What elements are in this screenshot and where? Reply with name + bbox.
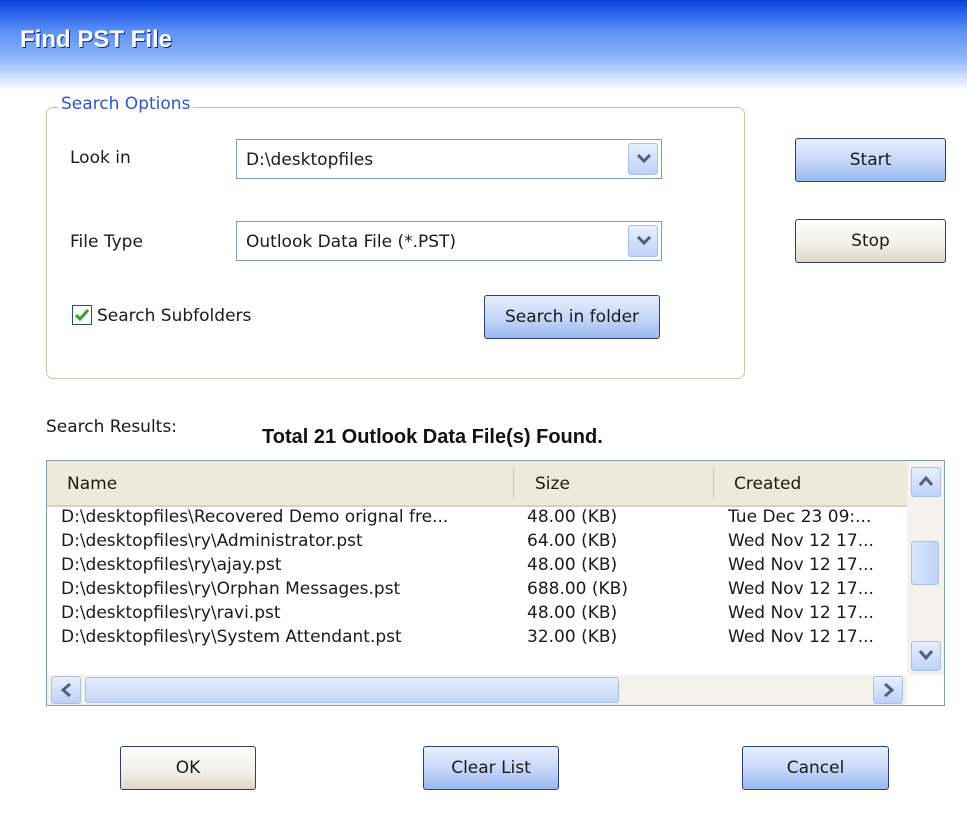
cell-name: D:\desktopfiles\ry\Orphan Messages.pst [61, 579, 401, 599]
cell-size: 32.00 (KB) [527, 627, 618, 647]
cancel-label: Cancel [786, 758, 845, 778]
scroll-up-button[interactable] [911, 467, 941, 497]
arrow-down-icon [919, 650, 933, 660]
cell-created: Wed Nov 12 17... [728, 555, 874, 575]
cell-name: D:\desktopfiles\ry\ajay.pst [61, 555, 282, 575]
look-in-value: D:\desktopfiles [246, 150, 374, 170]
checkmark-icon [75, 309, 89, 322]
start-button[interactable]: Start [795, 138, 946, 182]
cell-size: 48.00 (KB) [527, 507, 618, 527]
search-subfolders-label: Search Subfolders [97, 306, 252, 326]
ok-button[interactable]: OK [120, 746, 256, 790]
vertical-scrollbar[interactable] [907, 461, 944, 675]
column-header-created[interactable]: Created [734, 461, 801, 505]
look-in-label: Look in [70, 148, 131, 168]
cell-name: D:\desktopfiles\ry\System Attendant.pst [61, 627, 402, 647]
chevron-down-icon [637, 236, 651, 246]
cell-size: 688.00 (KB) [527, 579, 628, 599]
vertical-scroll-thumb[interactable] [911, 541, 939, 585]
cell-name: D:\desktopfiles\ry\Administrator.pst [61, 531, 363, 551]
window-title: Find PST File [20, 26, 173, 53]
horizontal-scrollbar[interactable] [47, 675, 907, 705]
list-header: Name Size Created [47, 461, 907, 507]
arrow-up-icon [919, 476, 933, 486]
scroll-right-button[interactable] [873, 676, 903, 704]
file-type-label: File Type [70, 232, 143, 252]
start-label: Start [849, 150, 892, 170]
cell-created: Tue Dec 23 09:... [728, 507, 872, 527]
column-divider[interactable] [713, 467, 714, 499]
cell-created: Wed Nov 12 17... [728, 531, 874, 551]
stop-button[interactable]: Stop [795, 219, 946, 263]
search-in-folder-label: Search in folder [504, 307, 640, 327]
file-type-value: Outlook Data File (*.PST) [246, 232, 457, 252]
results-list[interactable]: Name Size Created D:\desktopfiles\Recove… [46, 460, 945, 706]
cell-created: Wed Nov 12 17... [728, 603, 874, 623]
cell-created: Wed Nov 12 17... [728, 627, 874, 647]
ok-label: OK [175, 758, 201, 778]
cell-created: Wed Nov 12 17... [728, 579, 874, 599]
chevron-down-icon [637, 154, 651, 164]
horizontal-scroll-thumb[interactable] [85, 677, 619, 703]
arrow-right-icon [884, 683, 894, 697]
search-subfolders-checkbox[interactable] [72, 305, 92, 325]
cell-size: 64.00 (KB) [527, 531, 618, 551]
results-summary: Total 21 Outlook Data File(s) Found. [262, 426, 603, 448]
file-type-dropdown[interactable]: Outlook Data File (*.PST) [236, 221, 662, 261]
search-options-legend: Search Options [58, 94, 194, 114]
cell-name: D:\desktopfiles\ry\ravi.pst [61, 603, 281, 623]
title-bar: Find PST File [0, 0, 967, 90]
cell-size: 48.00 (KB) [527, 555, 618, 575]
clear-list-label: Clear List [451, 758, 531, 778]
cell-size: 48.00 (KB) [527, 603, 618, 623]
search-results-label: Search Results: [46, 417, 177, 437]
look-in-dropdown[interactable]: D:\desktopfiles [236, 139, 662, 179]
clear-list-button[interactable]: Clear List [423, 746, 559, 790]
cell-name: D:\desktopfiles\Recovered Demo orignal f… [61, 507, 449, 527]
column-header-name[interactable]: Name [67, 461, 117, 505]
stop-label: Stop [851, 231, 890, 251]
arrow-left-icon [61, 683, 71, 697]
scroll-down-button[interactable] [911, 641, 941, 671]
column-header-size[interactable]: Size [535, 461, 570, 505]
cancel-button[interactable]: Cancel [742, 746, 889, 790]
column-divider[interactable] [513, 467, 514, 499]
file-type-dropdown-button[interactable] [628, 225, 658, 257]
scroll-left-button[interactable] [51, 676, 81, 704]
search-in-folder-button[interactable]: Search in folder [484, 295, 660, 339]
look-in-dropdown-button[interactable] [628, 143, 658, 175]
